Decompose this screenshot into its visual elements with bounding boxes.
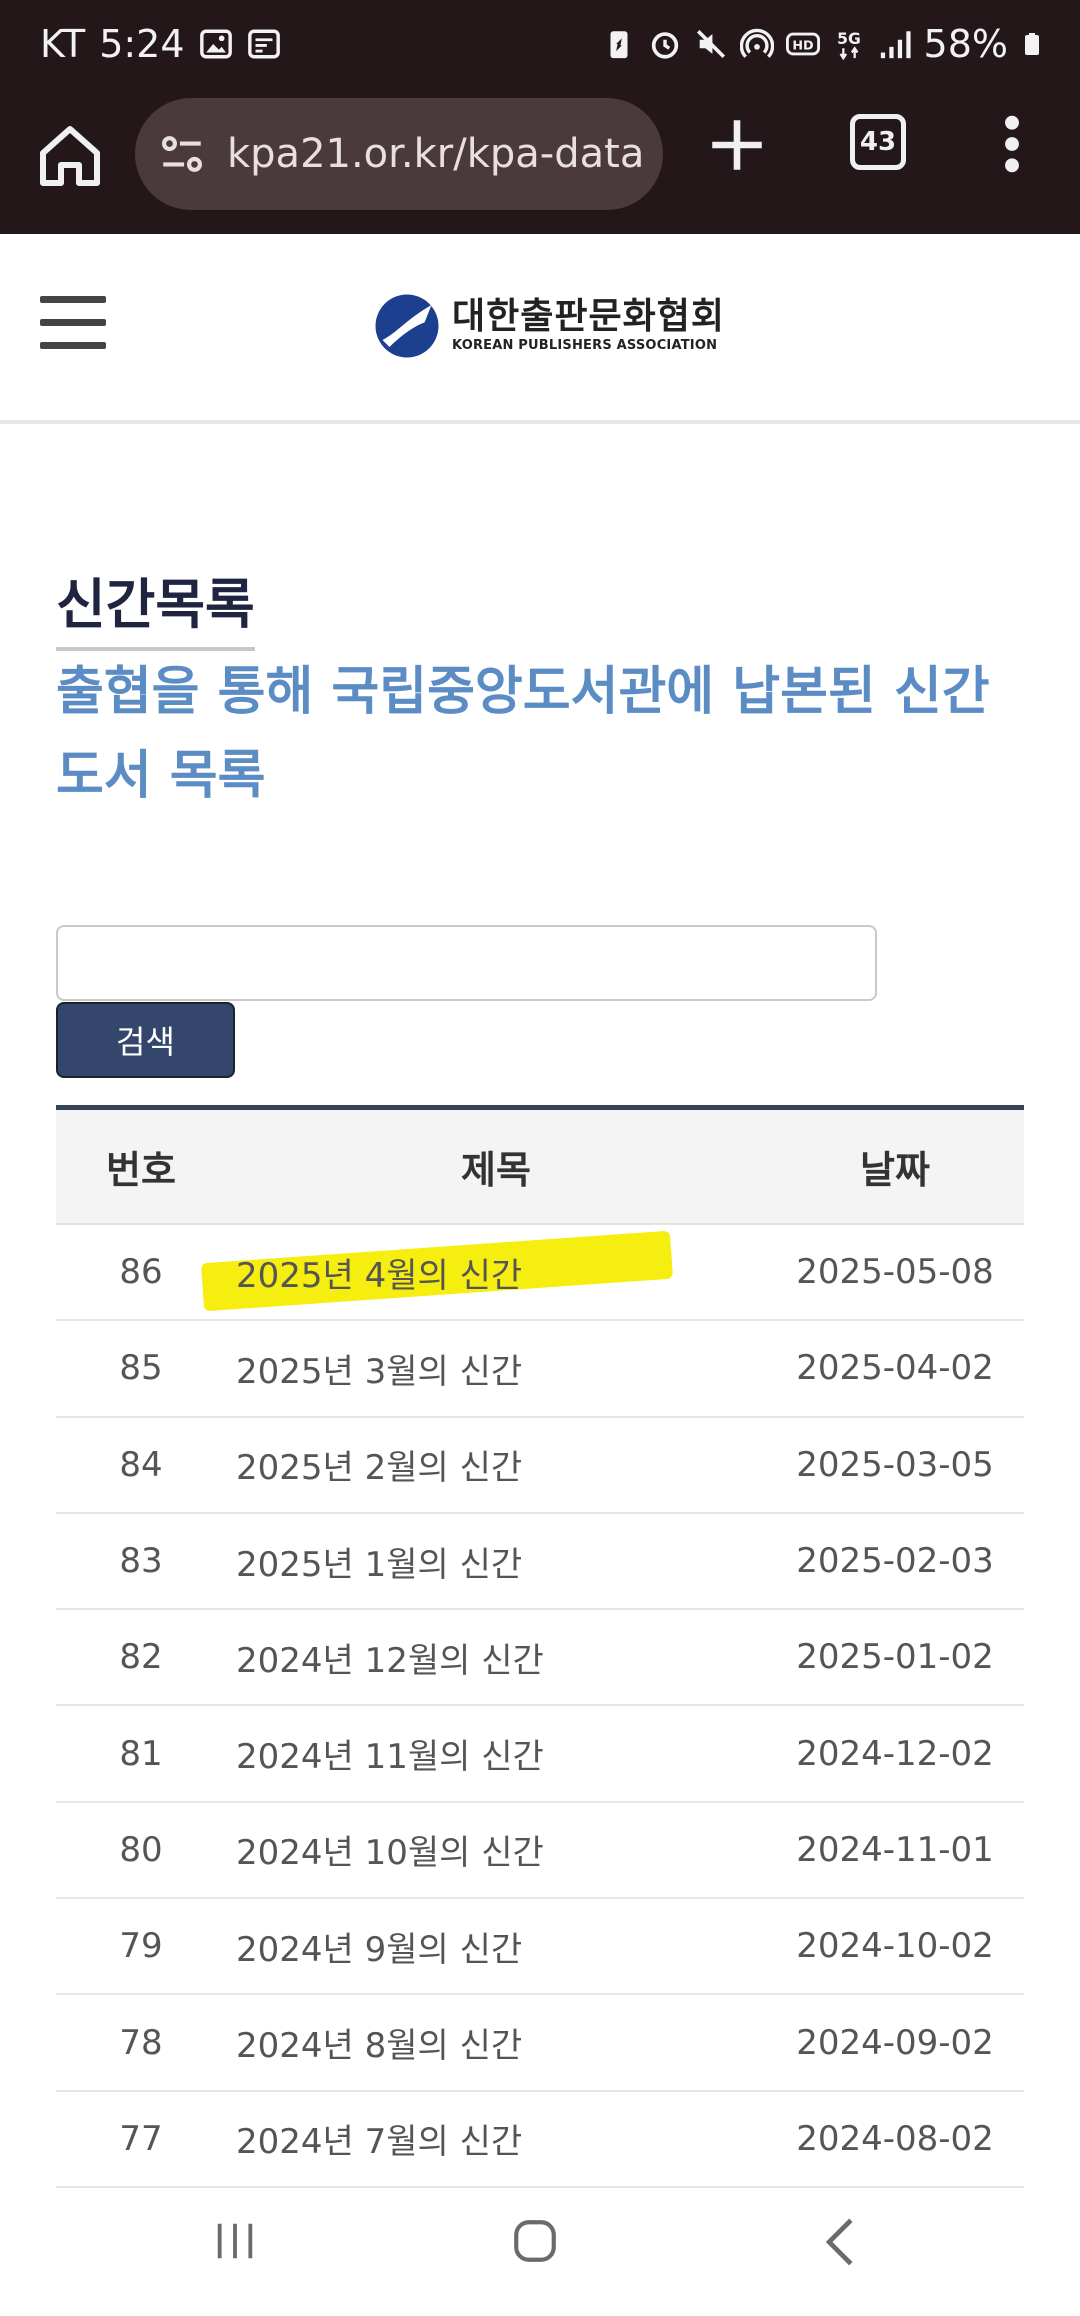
row-title-text[interactable]: 2024년 9월의 신간 — [236, 1930, 522, 1970]
tab-switcher-button[interactable]: 43 — [850, 114, 906, 170]
row-number: 80 — [119, 1829, 163, 1870]
row-title-link[interactable]: 2024년 10월의 신간 — [226, 1825, 766, 1874]
row-date: 2024-11-01 — [796, 1829, 994, 1870]
logo-korean-text: 대한출판문화협회 — [452, 296, 725, 337]
logo-english-text: KOREAN PUBLISHERS ASSOCIATION — [452, 338, 718, 353]
row-date: 2025-04-02 — [796, 1348, 994, 1389]
status-right: HD 5G 58% — [602, 22, 1044, 66]
table-row[interactable]: 84 2025년 2월의 신간 2025-03-05 — [56, 1418, 1024, 1514]
row-date: 2025-02-03 — [796, 1541, 994, 1582]
row-title-text[interactable]: 2024년 12월의 신간 — [236, 1641, 544, 1681]
network-5g-icon: 5G — [837, 30, 861, 61]
browser-toolbar: kpa21.or.kr/kpa-data 43 — [0, 90, 1080, 234]
row-title-link[interactable]: 2024년 9월의 신간 — [226, 1922, 766, 1971]
row-title-link[interactable]: 2025년 2월의 신간 — [226, 1440, 766, 1489]
row-title-text[interactable]: 2024년 7월의 신간 — [236, 2122, 522, 2162]
table-row[interactable]: 83 2025년 1월의 신간 2025-02-03 — [56, 1514, 1024, 1611]
clock: 5:24 — [99, 22, 185, 66]
row-number: 82 — [119, 1637, 163, 1678]
battery-saver-icon — [610, 31, 628, 59]
row-title-text[interactable]: 2024년 11월의 신간 — [236, 1737, 544, 1777]
nav-home-icon[interactable] — [510, 2216, 560, 2266]
header-title: 제목 — [461, 1148, 531, 1192]
row-title-link[interactable]: 2025년 1월의 신간 — [226, 1537, 766, 1586]
row-title-link[interactable]: 2024년 8월의 신간 — [226, 2018, 766, 2067]
url-text[interactable]: kpa21.or.kr/kpa-data — [227, 131, 644, 177]
hamburger-icon[interactable] — [40, 296, 106, 349]
row-date: 2024-10-02 — [796, 1926, 994, 1967]
tune-icon[interactable] — [157, 129, 207, 179]
table-header: 번호 제목 날짜 — [56, 1110, 1024, 1225]
row-number: 85 — [119, 1348, 163, 1389]
row-title-text[interactable]: 2025년 2월의 신간 — [236, 1448, 522, 1488]
row-number: 77 — [119, 2118, 163, 2159]
row-date: 2024-08-02 — [796, 2118, 994, 2159]
site-logo[interactable]: 대한출판문화협회 KOREAN PUBLISHERS ASSOCIATION — [372, 286, 725, 366]
row-number: 79 — [119, 1926, 163, 1967]
gallery-icon — [199, 29, 232, 59]
plus-icon[interactable] — [704, 112, 770, 178]
mute-icon — [696, 29, 725, 59]
table-row[interactable]: 82 2024년 12월의 신간 2025-01-02 — [56, 1610, 1024, 1707]
signal-icon — [880, 31, 911, 59]
row-date: 2025-05-08 — [796, 1252, 994, 1293]
row-date: 2024-12-02 — [796, 1733, 994, 1774]
system-nav-bar — [0, 2196, 1080, 2316]
row-title-link[interactable]: 2025년 3월의 신간 — [226, 1344, 766, 1393]
search-input[interactable] — [56, 925, 877, 1001]
more-vert-icon[interactable] — [995, 112, 1029, 176]
row-title-text[interactable]: 2024년 8월의 신간 — [236, 2026, 522, 2066]
row-date: 2025-03-05 — [796, 1444, 994, 1485]
new-books-table: 번호 제목 날짜 86 2025년 4월의 신간 2025-05-08 85 2… — [56, 1105, 1024, 2188]
row-date: 2024-09-02 — [796, 2022, 994, 2063]
hotspot-icon — [739, 28, 774, 58]
hd-icon: HD — [785, 32, 820, 56]
row-title-text[interactable]: 2025년 3월의 신간 — [236, 1352, 522, 1392]
table-row[interactable]: 81 2024년 11월의 신간 2024-12-02 — [56, 1706, 1024, 1803]
page-title: 신간목록 — [56, 560, 255, 651]
table-row[interactable]: 86 2025년 4월의 신간 2025-05-08 — [56, 1225, 1024, 1322]
alarm-icon — [651, 32, 678, 59]
row-title-text[interactable]: 2025년 4월의 신간 — [236, 1256, 522, 1296]
row-title-link[interactable]: 2024년 11월의 신간 — [226, 1729, 766, 1778]
table-row[interactable]: 79 2024년 9월의 신간 2024-10-02 — [56, 1899, 1024, 1996]
row-number: 83 — [119, 1541, 163, 1582]
status-left: KT 5:24 — [40, 22, 281, 66]
row-date: 2025-01-02 — [796, 1637, 994, 1678]
row-number: 81 — [119, 1733, 163, 1774]
row-title-link[interactable]: 2024년 12월의 신간 — [226, 1633, 766, 1682]
header-number: 번호 — [106, 1148, 176, 1192]
table-row[interactable]: 77 2024년 7월의 신간 2024-08-02 — [56, 2092, 1024, 2188]
svg-text:5G: 5G — [837, 30, 861, 48]
recent-apps-icon[interactable] — [210, 2218, 260, 2264]
carrier-label: KT — [40, 22, 86, 66]
row-number: 84 — [119, 1444, 163, 1485]
svg-text:HD: HD — [792, 39, 813, 54]
row-title-text[interactable]: 2025년 1월의 신간 — [236, 1545, 522, 1585]
page-subtitle: 출협을 통해 국립중앙도서관에 납본된 신간도서 목록 — [56, 662, 990, 806]
search-button[interactable]: 검색 — [56, 1002, 235, 1078]
logo-mark-icon — [375, 294, 439, 358]
table-row[interactable]: 78 2024년 8월의 신간 2024-09-02 — [56, 1995, 1024, 2092]
back-icon[interactable] — [820, 2216, 860, 2268]
row-title-link[interactable]: 2024년 7월의 신간 — [226, 2114, 766, 2163]
table-row[interactable]: 85 2025년 3월의 신간 2025-04-02 — [56, 1321, 1024, 1418]
address-bar[interactable]: kpa21.or.kr/kpa-data — [135, 98, 663, 210]
home-icon[interactable] — [34, 120, 106, 192]
header-date: 날짜 — [860, 1148, 930, 1192]
row-number: 86 — [119, 1252, 163, 1293]
battery-percent: 58% — [923, 22, 1008, 66]
site-header: 대한출판문화협회 KOREAN PUBLISHERS ASSOCIATION — [0, 234, 1080, 424]
battery-icon — [1025, 33, 1039, 55]
row-title-text[interactable]: 2024년 10월의 신간 — [236, 1833, 544, 1873]
status-bar: KT 5:24 HD 5G 58% — [0, 0, 1080, 90]
row-number: 78 — [119, 2022, 163, 2063]
table-row[interactable]: 80 2024년 10월의 신간 2024-11-01 — [56, 1803, 1024, 1900]
news-icon — [247, 29, 280, 59]
